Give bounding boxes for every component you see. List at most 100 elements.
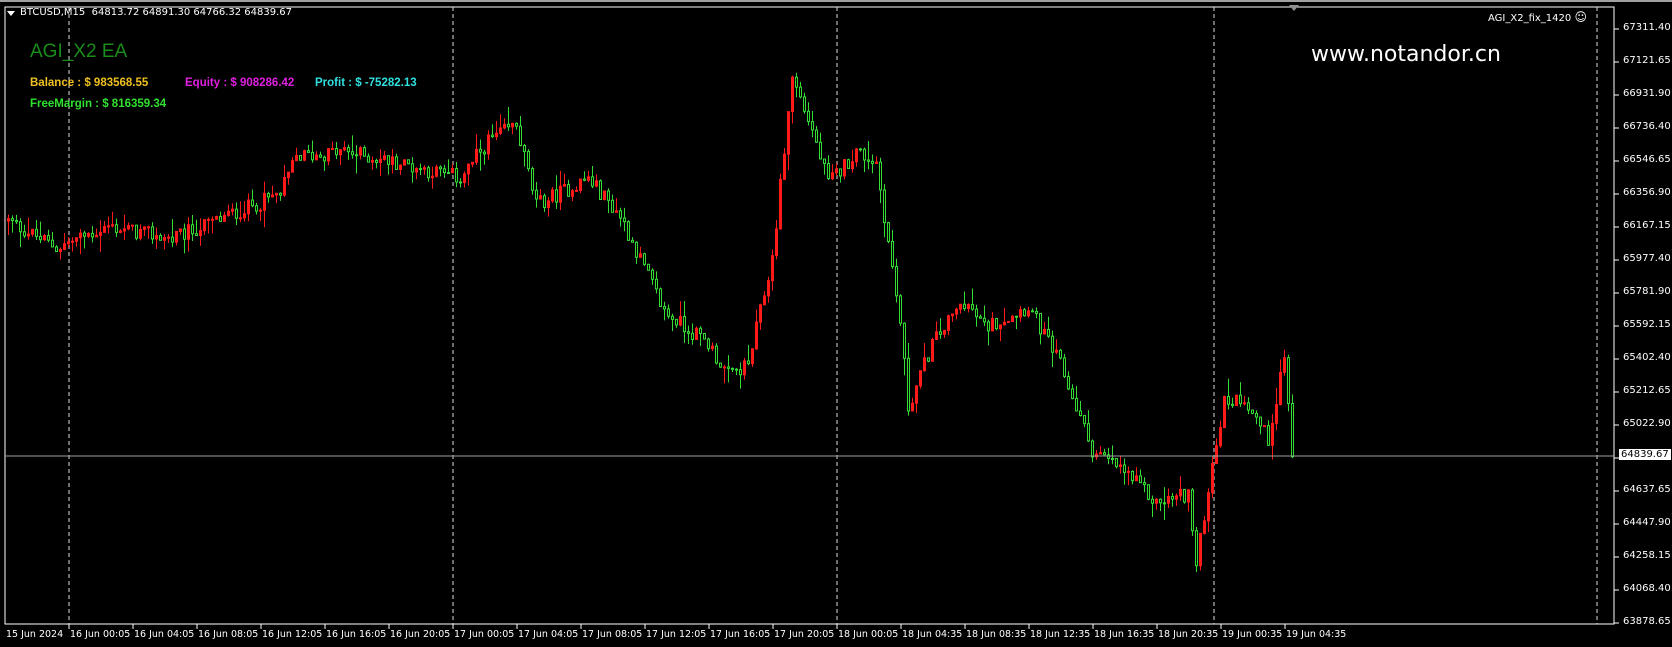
bear-candle: [507, 123, 510, 128]
bear-candle: [1039, 312, 1042, 335]
bull-candle: [1027, 310, 1030, 317]
bear-candle: [847, 159, 850, 169]
bull-candle: [243, 213, 246, 219]
bull-candle: [71, 240, 74, 243]
bear-candle: [407, 159, 410, 165]
bull-candle: [775, 228, 778, 257]
price-chart[interactable]: [0, 2, 1672, 647]
bull-candle: [1223, 395, 1226, 429]
price-tick-label: 65977.40: [1623, 253, 1671, 264]
time-tick-label: 16 Jun 08:05: [198, 629, 259, 640]
bull-candle: [547, 200, 550, 208]
bull-candle: [1263, 425, 1266, 428]
time-tick-label: 17 Jun 20:05: [774, 629, 835, 640]
bull-candle: [1279, 371, 1282, 406]
bull-candle: [471, 161, 474, 165]
time-tick-label: 18 Jun 00:05: [838, 629, 899, 640]
bull-candle: [615, 210, 618, 213]
mt4-chart-window: BTCUSD,M15 64813.72 64891.30 64766.32 64…: [0, 0, 1672, 647]
bear-candle: [443, 168, 446, 174]
bear-candle: [667, 308, 670, 317]
bear-candle: [867, 159, 870, 162]
bear-candle: [1139, 475, 1142, 484]
bull-candle: [139, 228, 142, 239]
bear-candle: [859, 148, 862, 151]
bear-candle: [739, 369, 742, 376]
bear-candle: [267, 192, 270, 198]
bull-candle: [571, 190, 574, 197]
bear-candle: [1163, 502, 1166, 505]
bull-candle: [679, 316, 682, 326]
time-tick-label: 17 Jun 04:05: [518, 629, 579, 640]
time-tick-label: 16 Jun 12:05: [262, 629, 323, 640]
bear-candle: [351, 151, 354, 156]
bull-candle: [111, 224, 114, 227]
bear-candle: [455, 167, 458, 183]
bear-candle: [543, 195, 546, 208]
bear-candle: [1103, 452, 1106, 456]
bull-candle: [383, 155, 386, 160]
bear-candle: [527, 151, 530, 170]
bear-candle: [731, 367, 734, 370]
bear-candle: [279, 192, 282, 196]
bear-candle: [795, 76, 798, 88]
bear-candle: [1267, 425, 1270, 446]
bull-candle: [911, 402, 914, 412]
bear-candle: [1071, 388, 1074, 399]
bear-candle: [1079, 410, 1082, 417]
bull-candle: [1207, 492, 1210, 522]
bull-candle: [275, 192, 278, 196]
bull-candle: [723, 366, 726, 369]
time-tick-label: 16 Jun 04:05: [134, 629, 195, 640]
bear-candle: [635, 241, 638, 258]
indicator-label[interactable]: AGI_X2_fix_1420 ☺: [1488, 10, 1587, 24]
time-tick-label: 17 Jun 08:05: [582, 629, 643, 640]
balance-text: Balance : $ 983568.55: [30, 77, 149, 89]
symbol-menu-arrow-icon[interactable]: [7, 11, 15, 16]
bear-candle: [15, 219, 18, 223]
bull-candle: [271, 194, 274, 198]
bear-candle: [535, 189, 538, 200]
bear-candle: [627, 221, 630, 241]
bull-candle: [1187, 489, 1190, 503]
bear-candle: [963, 303, 966, 310]
bear-candle: [459, 181, 462, 184]
bear-candle: [623, 217, 626, 223]
bear-candle: [995, 318, 998, 330]
time-tick-label: 18 Jun 12:35: [1030, 629, 1091, 640]
bear-candle: [827, 163, 830, 180]
bear-candle: [803, 96, 806, 112]
bear-candle: [687, 331, 690, 334]
price-tick-label: 64068.40: [1623, 583, 1671, 594]
bear-candle: [939, 331, 942, 335]
bull-candle: [751, 348, 754, 365]
bull-candle: [915, 385, 918, 404]
bull-candle: [843, 159, 846, 177]
bull-candle: [1203, 520, 1206, 534]
bull-candle: [999, 324, 1002, 330]
smiley-icon: ☺: [1574, 10, 1587, 24]
bear-candle: [555, 189, 558, 203]
price-tick-label: 66546.65: [1623, 154, 1671, 165]
bear-candle: [395, 156, 398, 170]
bull-candle: [1135, 475, 1138, 482]
bear-candle: [1191, 489, 1194, 532]
bear-candle: [671, 315, 674, 320]
bull-candle: [1155, 498, 1158, 504]
bull-candle: [187, 224, 190, 240]
bear-candle: [491, 134, 494, 138]
bull-candle: [1127, 470, 1130, 473]
bull-candle: [935, 331, 938, 340]
bear-candle: [1047, 328, 1050, 337]
bear-candle: [879, 161, 882, 191]
bull-candle: [743, 360, 746, 376]
bear-candle: [1015, 315, 1018, 318]
price-tick-label: 65592.15: [1623, 319, 1671, 330]
bear-candle: [659, 288, 662, 307]
bear-candle: [647, 263, 650, 271]
time-tick-label: 18 Jun 20:35: [1158, 629, 1219, 640]
bull-candle: [95, 234, 98, 238]
bull-candle: [291, 160, 294, 173]
bull-candle: [211, 218, 214, 221]
bear-candle: [1259, 416, 1262, 427]
